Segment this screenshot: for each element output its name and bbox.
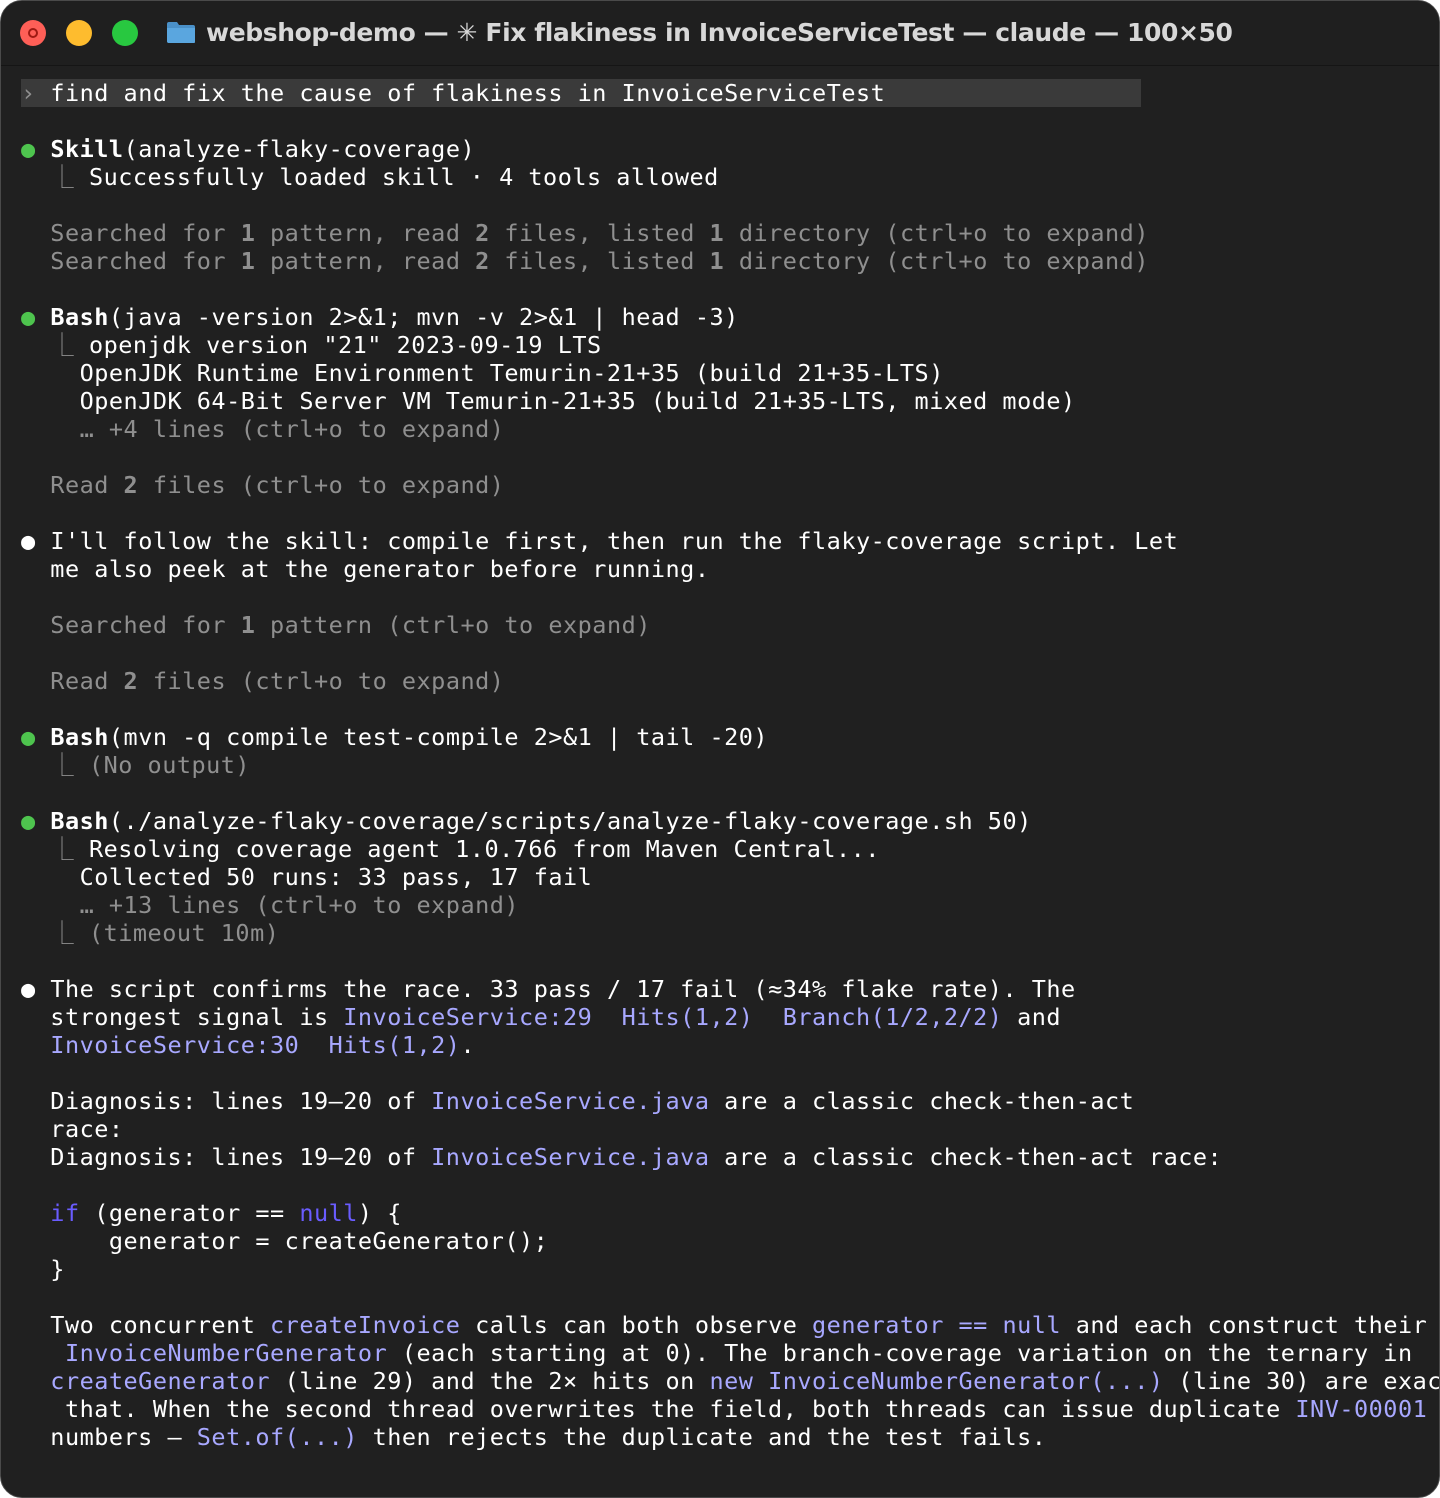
expand-more-lines[interactable]: … +4 lines (ctrl+o to expand) — [21, 415, 504, 443]
collapsed-read-summary[interactable]: Read 2 files (ctrl+o to expand) — [21, 667, 504, 695]
prompt-line[interactable]: › find and fix the cause of flakiness in… — [21, 79, 1141, 107]
assistant-message-line: numbers — Set.of(...) then rejects the d… — [50, 1423, 1047, 1451]
code-ref: InvoiceService:29 — [343, 1003, 593, 1031]
assistant-message: ● The script confirms the race. 33 pass … — [21, 975, 1076, 1003]
code-ref: InvoiceService.java — [431, 1143, 710, 1171]
output-line: OpenJDK 64-Bit Server VM Temurin-21+35 (… — [79, 387, 1076, 415]
assistant-message-line: race: — [50, 1115, 124, 1143]
code-block-line: } — [50, 1255, 65, 1283]
code-ref: generator == null — [812, 1311, 1062, 1339]
tool-call-skill: ● Skill(analyze-flaky-coverage) — [21, 135, 476, 163]
assistant-message-line: me also peek at the generator before run… — [50, 555, 710, 583]
collapsed-search-summary[interactable]: Searched for 1 pattern, read 2 files, li… — [21, 247, 1149, 275]
code-ref: Set.of(...) — [196, 1423, 358, 1451]
tool-result: ⎿ Resolving coverage agent 1.0.766 from … — [50, 835, 880, 863]
tool-result: ⎿ (timeout 10m) — [50, 919, 280, 947]
success-dot-icon: ● — [21, 135, 36, 163]
title-bar: webshop-demo — ✳ Fix flakiness in Invoic… — [1, 1, 1439, 66]
prompt-caret: › — [21, 79, 36, 107]
assistant-message-line: that. When the second thread overwrites … — [50, 1395, 1428, 1423]
collapsed-search-summary[interactable]: Searched for 1 pattern (ctrl+o to expand… — [21, 611, 651, 639]
tree-connector-icon: ⎿ — [50, 919, 75, 947]
collapsed-search-summary[interactable]: Searched for 1 pattern, read 2 files, li… — [21, 219, 1149, 247]
tool-result: ⎿ openjdk version "21" 2023-09-19 LTS — [50, 331, 602, 359]
tree-connector-icon: ⎿ — [50, 751, 75, 779]
assistant-message-line: InvoiceService:30 Hits(1,2). — [50, 1031, 476, 1059]
code-ref: Hits(1,2) — [328, 1031, 461, 1059]
minimize-button[interactable] — [66, 20, 92, 46]
tool-call-bash: ● Bash(java -version 2>&1; mvn -v 2>&1 |… — [21, 303, 739, 331]
success-dot-icon: ● — [21, 807, 36, 835]
assistant-message-line: Two concurrent createInvoice calls can b… — [50, 1311, 1428, 1339]
tool-call-bash: ● Bash(./analyze-flaky-coverage/scripts/… — [21, 807, 1032, 835]
tree-connector-icon: ⎿ — [50, 835, 75, 863]
assistant-message: ● I'll follow the skill: compile first, … — [21, 527, 1179, 555]
terminal-content[interactable]: › find and fix the cause of flakiness in… — [21, 79, 1439, 1497]
output-line: Collected 50 runs: 33 pass, 17 fail — [79, 863, 593, 891]
code-ref: InvoiceService.java — [431, 1087, 710, 1115]
message-dot-icon: ● — [21, 527, 36, 555]
terminal-window: webshop-demo — ✳ Fix flakiness in Invoic… — [0, 0, 1440, 1498]
zoom-button[interactable] — [112, 20, 138, 46]
folder-icon — [167, 22, 195, 43]
assistant-message-line: strongest signal is InvoiceService:29 Hi… — [50, 1003, 1062, 1031]
expand-more-lines[interactable]: … +13 lines (ctrl+o to expand) — [21, 891, 519, 919]
code-ref: createGenerator — [50, 1367, 271, 1395]
assistant-message-line: Diagnosis: lines 19–20 of InvoiceService… — [50, 1143, 1223, 1171]
tool-result: ⎿ Successfully loaded skill · 4 tools al… — [50, 163, 719, 191]
success-dot-icon: ● — [21, 723, 36, 751]
output-line: OpenJDK Runtime Environment Temurin-21+3… — [79, 359, 944, 387]
window-title: webshop-demo — ✳ Fix flakiness in Invoic… — [206, 18, 1233, 47]
tree-connector-icon: ⎿ — [50, 331, 75, 359]
code-ref: createInvoice — [270, 1311, 461, 1339]
success-dot-icon: ● — [21, 303, 36, 331]
assistant-message-line: createGenerator (line 29) and the 2× hit… — [50, 1367, 1439, 1395]
tree-connector-icon: ⎿ — [50, 163, 75, 191]
message-dot-icon: ● — [21, 975, 36, 1003]
code-ref: INV-00001 — [1295, 1395, 1428, 1423]
code-ref: new InvoiceNumberGenerator(...) — [709, 1367, 1164, 1395]
prompt-text: find and fix the cause of flakiness in I… — [50, 79, 886, 107]
collapsed-read-summary[interactable]: Read 2 files (ctrl+o to expand) — [21, 471, 504, 499]
assistant-message-line: Diagnosis: lines 19–20 of InvoiceService… — [50, 1087, 1135, 1115]
code-ref: Branch(1/2,2/2) — [782, 1003, 1003, 1031]
assistant-message-line: InvoiceNumberGenerator (each starting at… — [64, 1339, 1413, 1367]
tool-result: ⎿ (No output) — [50, 751, 251, 779]
code-ref: InvoiceNumberGenerator — [64, 1339, 388, 1367]
code-ref: Hits(1,2) — [621, 1003, 754, 1031]
code-ref: InvoiceService:30 — [50, 1031, 300, 1059]
tool-call-bash: ● Bash(mvn -q compile test-compile 2>&1 … — [21, 723, 769, 751]
code-block-line: generator = createGenerator(); — [50, 1227, 549, 1255]
close-button[interactable] — [20, 20, 46, 46]
code-block-line: if (generator == null) { — [50, 1199, 402, 1227]
